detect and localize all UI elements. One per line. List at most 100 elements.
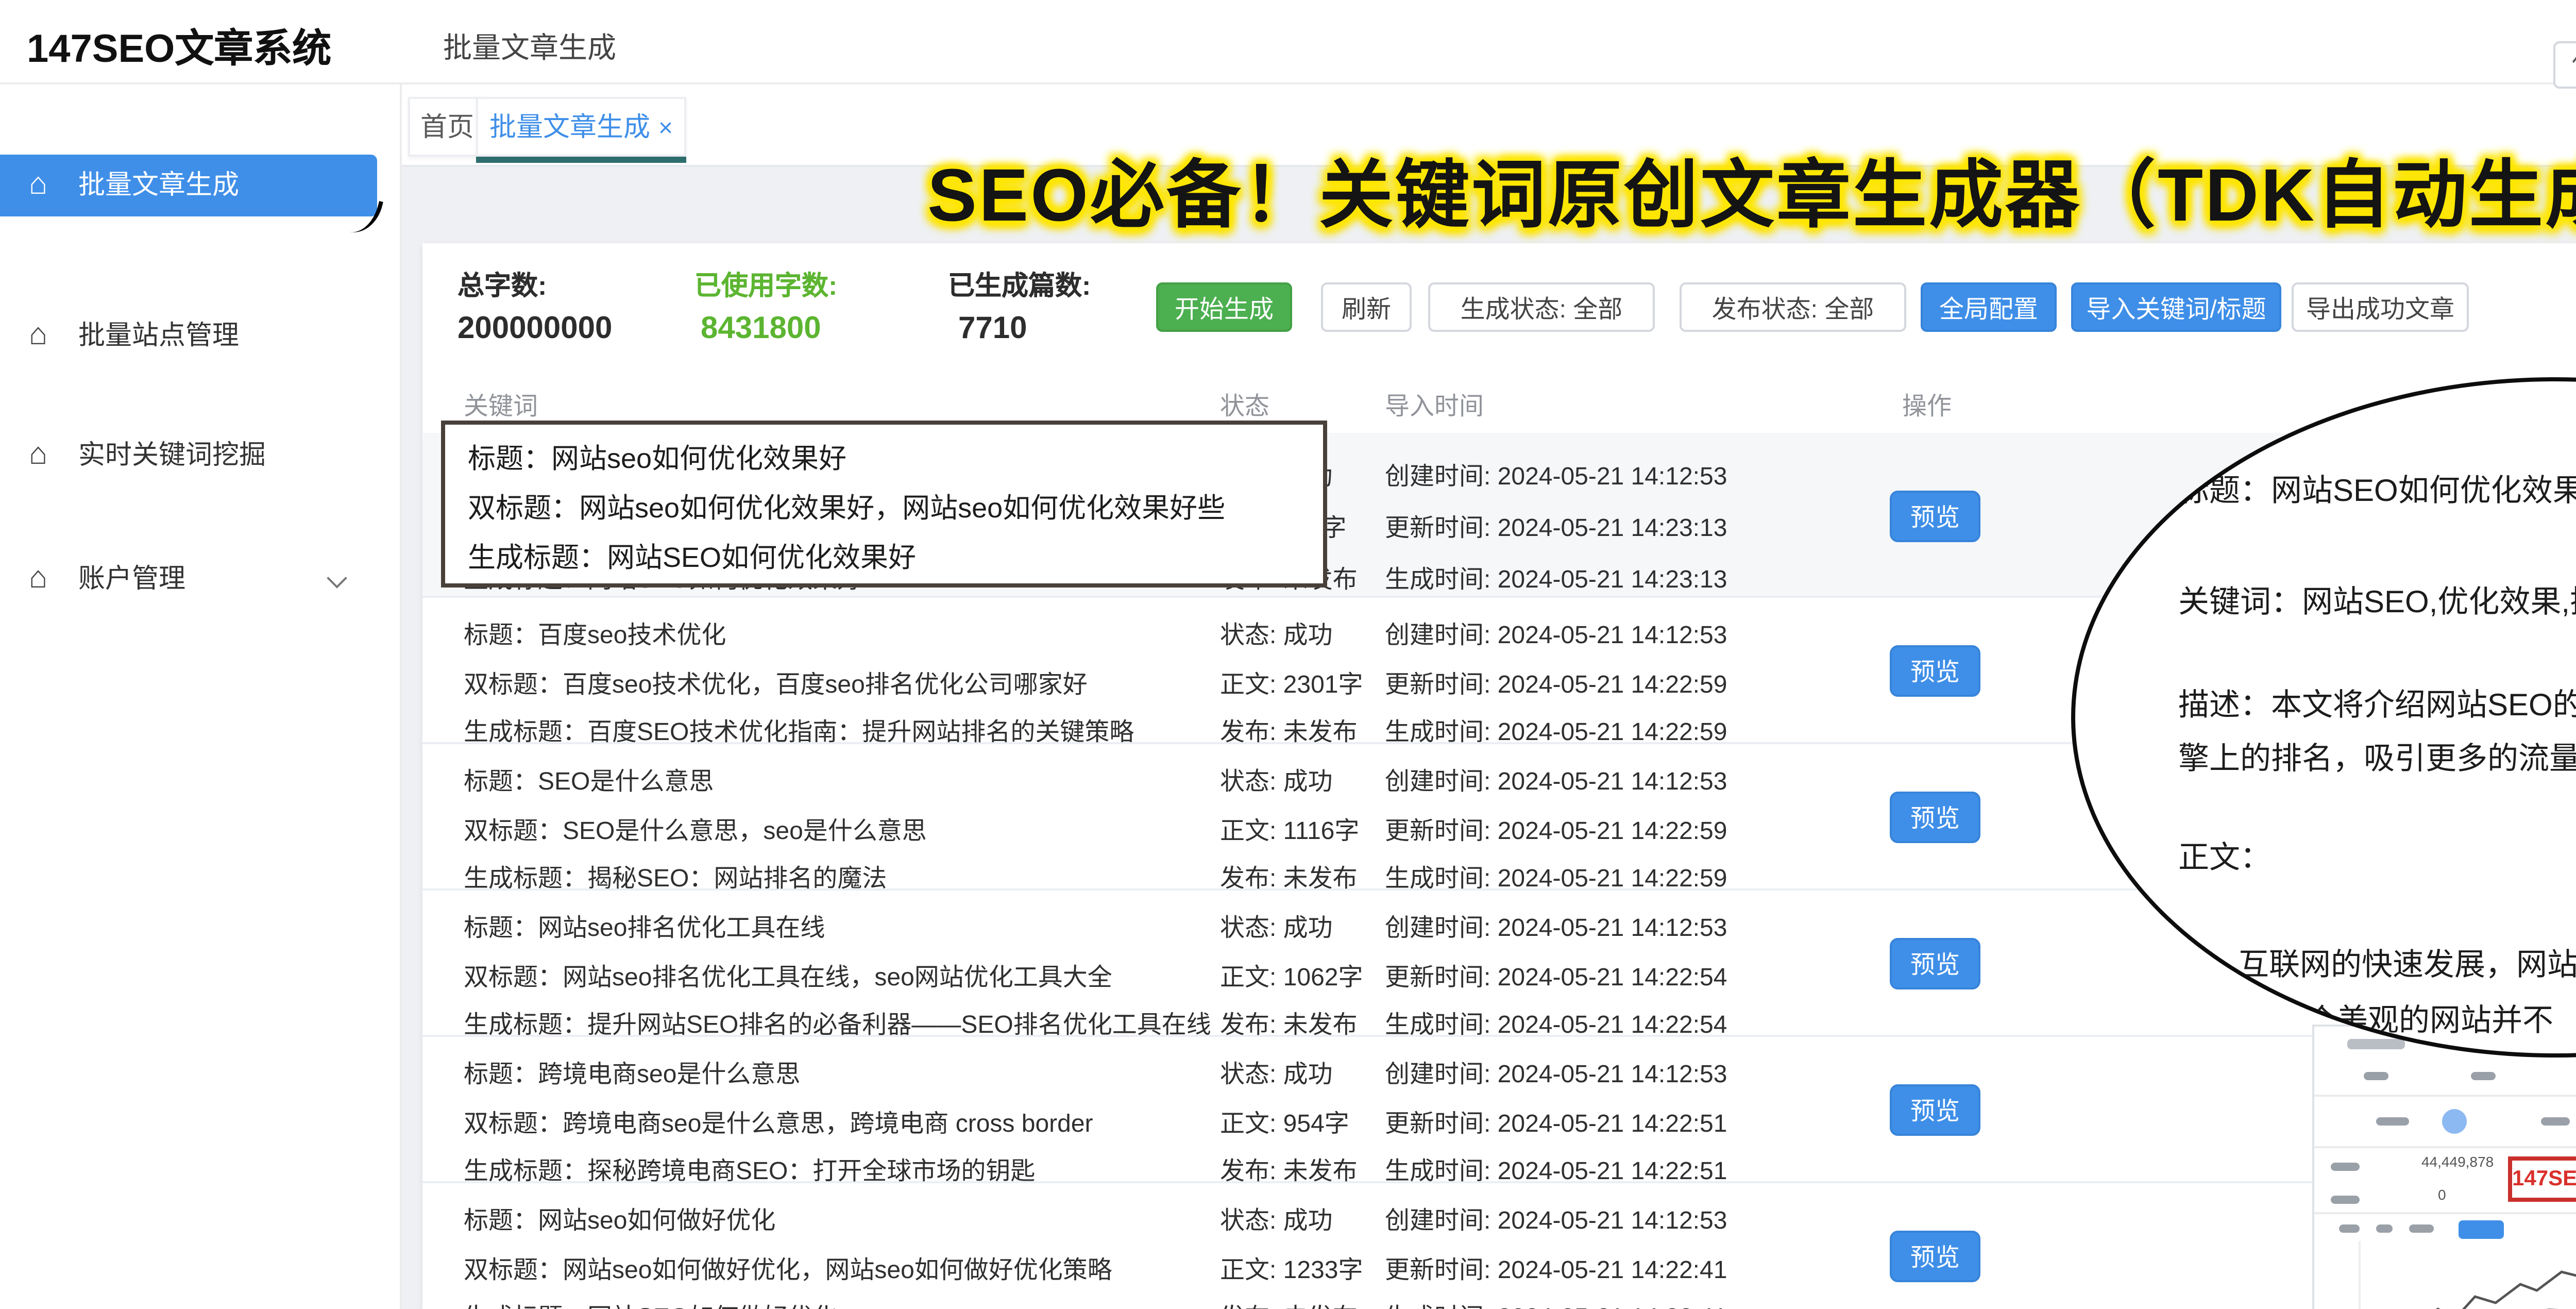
mini-chart-left: [2331, 1216, 2576, 1309]
sidebar-item-label: 批量文章生成: [78, 155, 239, 216]
magnifier-description-2: 擎上的排名，吸引更多的流量和用户。: [2178, 736, 2576, 779]
preview-button[interactable]: 预览: [1890, 1084, 1980, 1136]
used-words-value: 8431800: [701, 311, 821, 346]
chevron-down-icon: [327, 568, 347, 589]
sidebar-item-site-management[interactable]: ⌂ 批量站点管理: [0, 305, 377, 367]
row-word-count: 正文: 1116字: [1220, 807, 1359, 855]
sidebar-item-label: 实时关键词挖掘: [78, 425, 266, 486]
status-cell: 状态: 成功 正文: 2301字 发布: 未发布: [1220, 598, 1363, 758]
row-word-count: 正文: 1233字: [1220, 1246, 1363, 1295]
row-word-count: 正文: 1062字: [1220, 953, 1363, 1002]
case-banner: 147SEO官网案例，收录和排名稳定上升！: [2508, 1156, 2576, 1202]
row-status: 状态: 成功: [1220, 1051, 1358, 1100]
generate-status-filter[interactable]: 生成状态: 全部: [1428, 282, 1655, 332]
keyword-cell: 标题：SEO是什么意思 双标题：SEO是什么意思，seo是什么意思 生成标题：揭…: [464, 744, 927, 904]
global-config-button[interactable]: 全局配置: [1921, 282, 2057, 332]
stat-number: 0: [2438, 1189, 2446, 1204]
col-action: 操作: [1902, 388, 1952, 423]
row-title: 标题：SEO是什么意思: [464, 759, 927, 807]
export-success-button[interactable]: 导出成功文章: [2292, 282, 2469, 332]
home-icon: ⌂: [29, 425, 47, 486]
sidebar-item-article-generation[interactable]: ⌂ 批量文章生成: [0, 155, 377, 216]
keyword-cell: 标题：网站seo排名优化工具在线 双标题：网站seo排名优化工具在线，seo网站…: [464, 891, 1211, 1050]
preview-button[interactable]: 预览: [1890, 645, 1980, 697]
tooltip-generated-title: 生成标题：网站SEO如何优化效果好: [468, 534, 1323, 583]
magnifier-body-text: 互联网的快速发展，网站已经成为企业: [2238, 942, 2576, 985]
status-cell: 状态: 成功 正文: 1062字 发布: 未发布: [1220, 891, 1363, 1050]
status-cell: 状态: 成功 正文: 954字 发布: 未发布: [1220, 1037, 1358, 1197]
row-status: 状态: 成功: [1220, 759, 1359, 807]
magnifier-title: 标题：网站SEO如何优化效果好: [2178, 468, 2576, 511]
case-screenshot: 44,449,878 9,380 6,374 0 6,376 147SEO官网案…: [2312, 1025, 2576, 1309]
row-created-time: 创建时间: 2024-05-21 14:12:53: [1385, 612, 1727, 661]
row-word-count: 正文: 954字: [1220, 1100, 1358, 1148]
magnifier-body-label: 正文：: [2178, 835, 2271, 878]
row-title: 标题：网站seo如何做好优化: [464, 1198, 1112, 1246]
sidebar-item-label: 账户管理: [78, 548, 185, 610]
tooltip-double-title: 双标题：网站seo如何优化效果好，网站seo如何优化效果好些: [468, 484, 1323, 534]
row-double-title: 双标题：百度seo技术优化，百度seo排名优化公司哪家好: [464, 661, 1134, 709]
row-title: 标题：网站seo排名优化工具在线: [464, 905, 1211, 953]
magnifier-body-text-2: 有一个美观的网站并不: [2244, 998, 2553, 1041]
home-icon: ⌂: [29, 548, 47, 610]
close-icon[interactable]: ×: [658, 113, 673, 142]
used-words-label: 已使用字数:: [694, 264, 837, 303]
preview-button[interactable]: 预览: [1890, 938, 1980, 989]
tab-home[interactable]: 首页: [408, 97, 486, 157]
row-updated-time: 更新时间: 2024-05-21 14:22:51: [1385, 1100, 1727, 1148]
start-generate-button[interactable]: 开始生成: [1156, 282, 1292, 332]
keyword-cell: 标题：跨境电商seo是什么意思 双标题：跨境电商seo是什么意思，跨境电商 cr…: [464, 1037, 1093, 1197]
time-cell: 创建时间: 2024-05-21 14:12:53 更新时间: 2024-05-…: [1385, 1183, 1727, 1309]
row-status: 状态: 成功: [1220, 905, 1363, 953]
app-root: 147SEO文章系统 批量文章生成 使用教程 联系客服 65e4811dfb64…: [0, 0, 2576, 1309]
sidebar-item-label: 批量站点管理: [78, 305, 239, 367]
app-logo: 147SEO文章系统: [27, 19, 331, 74]
status-cell: 状态: 成功 正文: 1116字 发布: 未发布: [1220, 744, 1359, 904]
row-created-time: 创建时间: 2024-05-21 14:12:53: [1385, 1051, 1727, 1100]
import-keywords-button[interactable]: 导入关键词/标题: [2071, 282, 2281, 332]
row-publish-status: 发布: 未发布: [1220, 1295, 1363, 1309]
magnifier-description: 描述：本文将介绍网站SEO的优化方法，帮助您提升网: [2178, 682, 2576, 726]
total-words-value: 200000000: [457, 311, 612, 346]
top-header: 147SEO文章系统 批量文章生成 使用教程 联系客服 65e4811dfb64…: [0, 0, 2576, 85]
keyword-cell: 标题：网站seo如何做好优化 双标题：网站seo如何做好优化，网站seo如何做好…: [464, 1183, 1112, 1309]
tab-article-generation[interactable]: 批量文章生成 ×: [476, 97, 686, 157]
paw-icon: [2442, 1109, 2467, 1134]
row-updated-time: 更新时间: 2024-05-21 14:22:59: [1385, 807, 1727, 855]
sidebar-item-keyword-mining[interactable]: ⌂ 实时关键词挖掘: [0, 425, 377, 486]
time-cell: 创建时间: 2024-05-21 14:12:53 更新时间: 2024-05-…: [1385, 1037, 1727, 1197]
row-updated-time: 更新时间: 2024-05-21 14:22:41: [1385, 1246, 1727, 1295]
preview-button[interactable]: 预览: [1890, 1231, 1980, 1282]
keyword-tooltip: 标题：网站seo如何优化效果好 双标题：网站seo如何优化效果好，网站seo如何…: [441, 421, 1327, 588]
row-double-title: 双标题：网站seo如何做好优化，网站seo如何做好优化策略: [464, 1246, 1112, 1295]
home-icon: ⌂: [29, 155, 47, 216]
mini-blue-button: [2459, 1220, 2504, 1239]
row-title: 标题：百度seo技术优化: [464, 612, 1134, 661]
row-title: 标题：跨境电商seo是什么意思: [464, 1051, 1093, 1100]
row-status: 状态: 成功: [1220, 1198, 1363, 1246]
home-icon: ⌂: [29, 305, 47, 367]
magnifier-keywords: 关键词：网站SEO,优化效果,搜索引擎排名,流量,用户: [2178, 579, 2576, 623]
stat-number: 44,449,878: [2421, 1156, 2494, 1171]
generated-count-value: 7710: [958, 311, 1027, 346]
row-updated-time: 更新时间: 2024-05-21 14:23:13: [1385, 503, 1727, 555]
refresh-button[interactable]: 刷新: [1321, 282, 1412, 332]
row-created-time: 创建时间: 2024-05-21 14:12:53: [1385, 451, 1727, 503]
row-double-title: 双标题：跨境电商seo是什么意思，跨境电商 cross border: [464, 1100, 1093, 1148]
table-row: 标题：网站seo如何做好优化 双标题：网站seo如何做好优化，网站seo如何做好…: [422, 1183, 2576, 1309]
page-headline: SEO必备！关键词原创文章生成器（TDK自动生成）: [927, 136, 2576, 243]
status-cell: 状态: 成功 正文: 1233字 发布: 未发布: [1220, 1183, 1363, 1309]
sidebar-item-account[interactable]: ⌂ 账户管理: [0, 548, 377, 610]
time-cell: 创建时间: 2024-05-21 14:12:53 更新时间: 2024-05-…: [1385, 891, 1727, 1050]
row-word-count: 正文: 2301字: [1220, 661, 1363, 709]
col-keyword: 关键词: [464, 388, 538, 423]
tab-label: 批量文章生成: [489, 111, 650, 142]
preview-button[interactable]: 预览: [1890, 491, 1980, 542]
publish-status-filter[interactable]: 发布状态: 全部: [1680, 282, 1906, 332]
tutorial-button[interactable]: 使用教程: [2553, 41, 2576, 89]
generated-count-label: 已生成篇数:: [948, 264, 1091, 303]
breadcrumb: 批量文章生成: [443, 27, 616, 68]
preview-button[interactable]: 预览: [1890, 792, 1980, 843]
row-updated-time: 更新时间: 2024-05-21 14:22:59: [1385, 661, 1727, 709]
active-tab-underline: [476, 157, 686, 163]
